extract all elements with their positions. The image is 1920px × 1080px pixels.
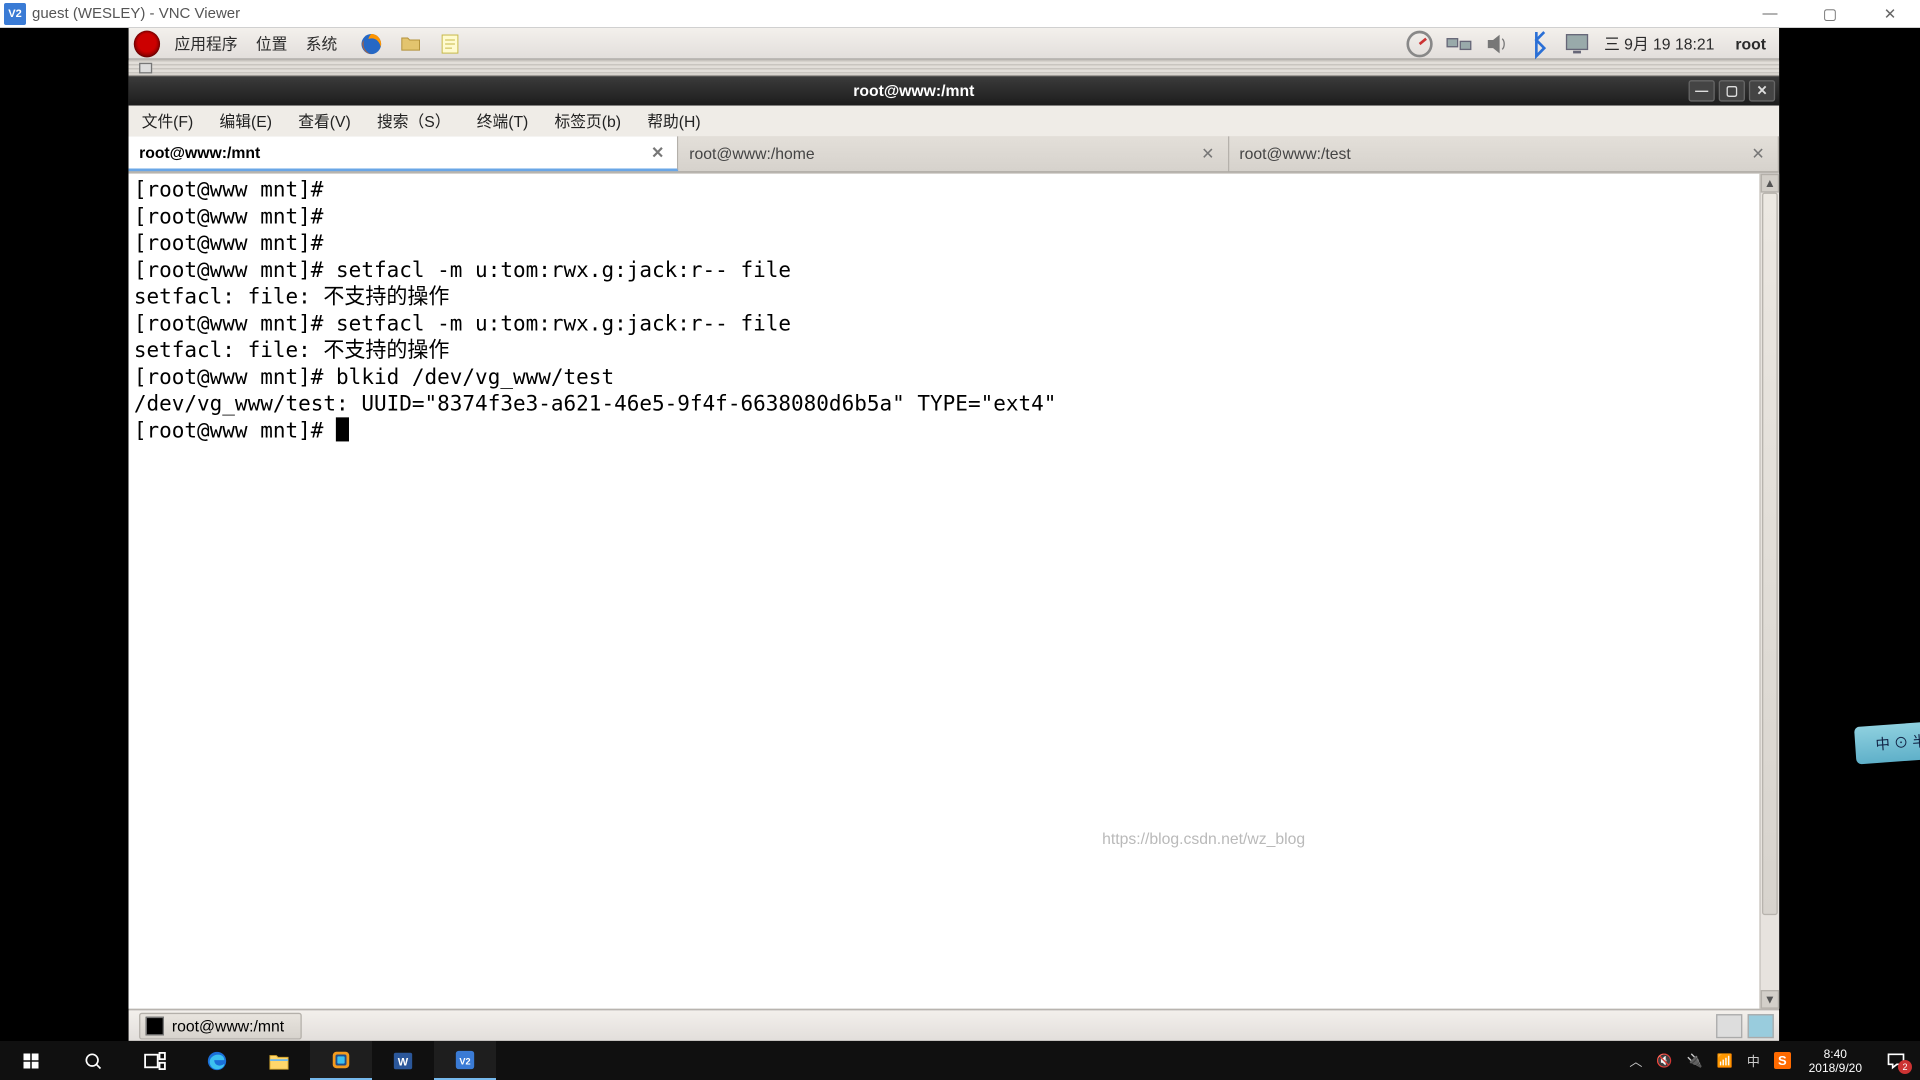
terminal-menu-file[interactable]: 文件(F) [129,105,207,137]
taskbar-word-icon[interactable]: W [372,1041,434,1080]
terminal-window: root@www:/mnt — ▢ ✕ 文件(F) 编辑(E) 查看(V) 搜索… [129,60,1779,1009]
panel-clock[interactable]: 三 9月 19 18:21 [1596,32,1722,55]
terminal-tab-bar: root@www:/mnt ✕ root@www:/home ✕ root@ww… [129,138,1779,173]
terminal-tab-label: root@www:/home [689,144,1198,163]
taskbar-vnc-icon[interactable]: V2 [434,1041,496,1080]
terminal-tab-mnt[interactable]: root@www:/mnt ✕ [129,136,679,171]
terminal-tab-test[interactable]: root@www:/test ✕ [1229,136,1779,171]
terminal-close-button[interactable]: ✕ [1749,80,1775,101]
terminal-scrollbar[interactable]: ▲ ▼ [1759,174,1779,1009]
redhat-logo-icon [134,30,160,57]
tab-close-icon[interactable]: ✕ [1749,144,1767,163]
terminal-menu-edit[interactable]: 编辑(E) [206,105,285,137]
tab-close-icon[interactable]: ✕ [1199,144,1217,163]
terminal-task-icon [146,1016,164,1035]
systray-sogou-icon[interactable]: S [1774,1052,1791,1069]
vnc-titlebar: V2 guest (WESLEY) - VNC Viewer — ▢ ✕ [0,0,1920,28]
windows-systray: ︿ 🔇 🔌 📶 中 S [1621,1051,1798,1070]
panel-menu-apps[interactable]: 应用程序 [165,27,246,59]
windows-clock[interactable]: 8:40 2018/9/20 [1799,1047,1872,1075]
network-tray-icon[interactable] [1443,30,1474,57]
vnc-minimize-button[interactable]: — [1740,0,1800,28]
taskbar-edge-icon[interactable] [186,1041,248,1080]
volume-tray-icon[interactable] [1482,30,1513,57]
panel-user[interactable]: root [1722,34,1779,53]
windows-start-button[interactable] [0,1041,62,1080]
terminal-menu-terminal[interactable]: 终端(T) [464,105,542,137]
gnome-bottom-panel: root@www:/mnt [129,1009,1779,1041]
systray-network-icon[interactable]: 📶 [1717,1053,1733,1069]
terminal-grip-bar[interactable] [129,60,1779,76]
taskbar-task-label: root@www:/mnt [172,1016,284,1035]
panel-menu-system[interactable]: 系统 [297,27,347,59]
systray-battery-icon[interactable]: 🔌 [1687,1053,1703,1069]
windows-clock-time: 8:40 [1824,1047,1847,1061]
display-tray-icon[interactable] [1561,30,1592,57]
bottom-panel-tray [1716,1013,1779,1037]
terminal-maximize-button[interactable]: ▢ [1719,80,1745,101]
windows-action-center-button[interactable]: 2 [1872,1041,1920,1080]
terminal-output[interactable]: [root@www mnt]# [root@www mnt]# [root@ww… [129,174,1760,1009]
terminal-tab-label: root@www:/test [1239,144,1748,163]
trash-tray-icon[interactable] [1748,1013,1774,1037]
windows-taskview-button[interactable] [124,1041,186,1080]
taskbar-explorer-icon[interactable] [248,1041,310,1080]
vnc-close-button[interactable]: ✕ [1860,0,1920,28]
terminal-tab-label: root@www:/mnt [139,143,648,162]
scrollbar-up-icon[interactable]: ▲ [1761,174,1779,193]
scrollbar-down-icon[interactable]: ▼ [1761,990,1779,1009]
terminal-title: root@www:/mnt [139,82,1688,101]
vnc-maximize-button[interactable]: ▢ [1800,0,1860,28]
taskbar-vmware-icon[interactable] [310,1041,372,1080]
terminal-tab-home[interactable]: root@www:/home ✕ [679,136,1229,171]
windows-taskbar: W V2 ︿ 🔇 🔌 📶 中 S 8:40 2018/9/20 2 [0,1041,1920,1080]
windows-search-button[interactable] [62,1041,124,1080]
panel-menu-places[interactable]: 位置 [247,27,297,59]
action-center-badge: 2 [1898,1060,1912,1074]
taskbar-running-terminal[interactable]: root@www:/mnt [139,1012,301,1039]
terminal-minimize-button[interactable]: — [1689,80,1715,101]
remote-desktop-stage: 应用程序 位置 系统 三 9月 19 18:21 [0,28,1920,1041]
terminal-titlebar[interactable]: root@www:/mnt — ▢ ✕ [129,76,1779,105]
svg-text:V2: V2 [459,1056,470,1066]
terminal-menubar: 文件(F) 编辑(E) 查看(V) 搜索（S） 终端(T) 标签页(b) 帮助(… [129,106,1779,138]
gedit-launcher-icon[interactable] [434,30,465,57]
gnome-top-panel: 应用程序 位置 系统 三 9月 19 18:21 [129,28,1779,60]
vnc-app-icon: V2 [4,3,26,25]
bluetooth-tray-icon[interactable] [1521,30,1552,57]
blog-watermark-text: https://blog.csdn.net/wz_blog [1102,829,1305,848]
terminal-menu-search[interactable]: 搜索（S） [364,105,464,137]
systray-ime-icon[interactable]: 中 [1747,1051,1760,1070]
watermark-sticker: 中 ⊙ 半 [1854,721,1920,765]
workspace-switcher-icon[interactable] [1716,1013,1742,1037]
systray-volume-icon[interactable]: 🔇 [1656,1053,1672,1069]
windows-clock-date: 2018/9/20 [1809,1061,1862,1075]
scrollbar-thumb[interactable] [1762,193,1778,916]
systray-chevron-up-icon[interactable]: ︿ [1629,1051,1642,1070]
tab-close-icon[interactable]: ✕ [649,143,667,162]
svg-text:W: W [398,1056,409,1068]
terminal-window-icon [139,62,152,73]
terminal-menu-tabs[interactable]: 标签页(b) [541,105,634,137]
nautilus-launcher-icon[interactable] [395,30,426,57]
firefox-launcher-icon[interactable] [356,30,387,57]
cpu-meter-icon[interactable] [1403,30,1434,57]
vnc-window-title: guest (WESLEY) - VNC Viewer [32,5,240,22]
terminal-menu-view[interactable]: 查看(V) [285,105,364,137]
terminal-menu-help[interactable]: 帮助(H) [634,105,714,137]
